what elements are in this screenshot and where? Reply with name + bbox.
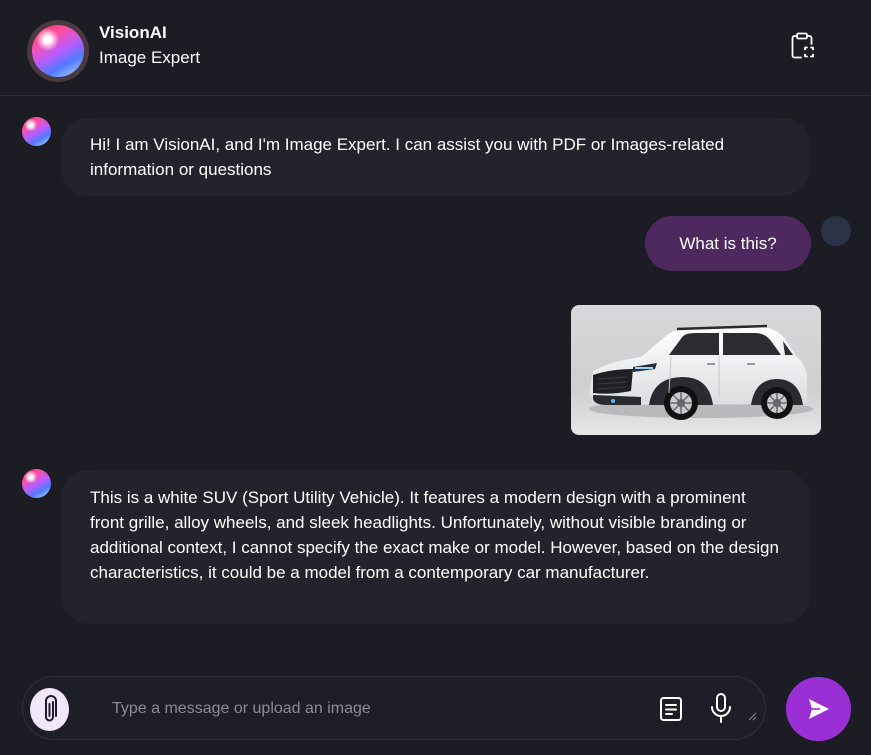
send-button[interactable] [786,677,851,741]
bot-avatar-icon [22,117,51,146]
bot-avatar-icon [22,469,51,498]
document-button[interactable] [658,695,684,723]
assistant-role: Image Expert [99,48,201,67]
microphone-icon [711,693,731,723]
user-message: What is this? [645,216,811,271]
user-avatar [821,216,851,246]
chat-header: VisionAI Image Expert [0,0,871,96]
microphone-button[interactable] [707,692,735,724]
uploaded-car-image[interactable] [571,305,821,435]
assistant-name: VisionAI [99,23,167,42]
resize-handle-icon[interactable] [747,711,757,721]
bot-message: This is a white SUV (Sport Utility Vehic… [61,470,810,624]
message-input[interactable] [96,690,636,728]
document-icon [660,697,682,721]
assistant-orb-icon [32,25,84,77]
assistant-avatar [27,20,89,82]
paperclip-icon [45,695,57,722]
attach-button[interactable] [30,688,69,731]
bot-message: Hi! I am VisionAI, and I'm Image Expert.… [61,118,810,196]
clipboard-icon[interactable] [788,31,816,61]
send-icon [809,699,829,719]
